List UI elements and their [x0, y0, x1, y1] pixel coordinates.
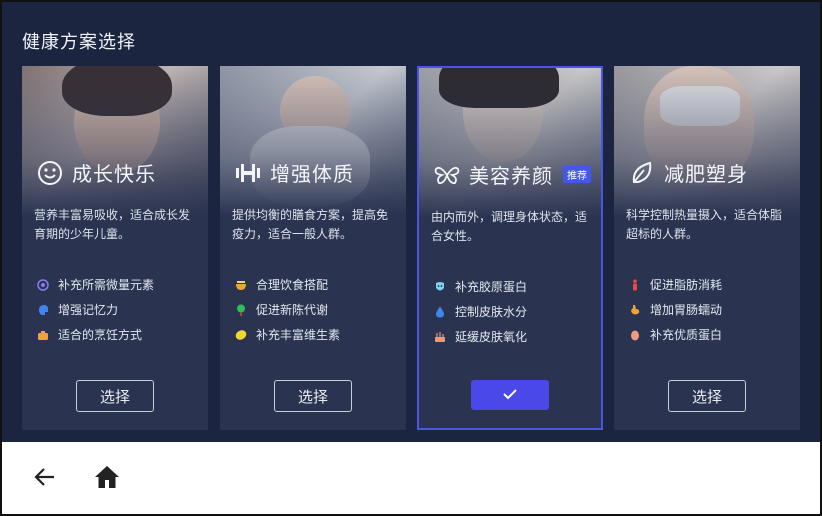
plan-card-growth[interactable]: 成长快乐 营养丰富易吸收，适合成长发育期的少年儿童。 补充所需微量元素 增强记忆… [22, 66, 208, 430]
bowl-icon [234, 278, 248, 292]
card-title: 减肥塑身 [664, 162, 748, 186]
feature-list: 促进脂肪消耗 增加胃肠蠕动 补充优质蛋白 [628, 272, 722, 347]
list-item: 延缓皮肤氧化 [433, 324, 527, 349]
feature-label: 适合的烹饪方式 [58, 328, 143, 342]
select-button[interactable]: 选择 [668, 380, 746, 412]
lemon-icon [234, 328, 248, 342]
card-title: 成长快乐 [72, 162, 156, 186]
feature-list: 合理饮食搭配 促进新陈代谢 补充丰富维生素 [234, 272, 340, 347]
card-photo [614, 66, 800, 216]
smiley-icon [36, 159, 64, 187]
recommended-badge: 推荐 [563, 166, 591, 183]
card-photo [419, 68, 601, 218]
list-item: 补充丰富维生素 [234, 322, 340, 347]
leaf-icon [628, 159, 656, 187]
feature-label: 促进脂肪消耗 [650, 278, 723, 292]
person-icon [628, 278, 642, 292]
feature-list: 补充胶原蛋白 控制皮肤水分 延缓皮肤氧化 [433, 274, 527, 349]
feature-label: 补充胶原蛋白 [455, 280, 528, 294]
card-description: 由内而外，调理身体状态，适合女性。 [431, 210, 588, 243]
plan-selection-screen: 健康方案选择 成长快乐 营养丰富易吸收，适合成长发育期的少年儿童。 补充所需微量… [2, 2, 820, 442]
plan-card-beauty[interactable]: 美容养颜 推荐 由内而外，调理身体状态，适合女性。 补充胶原蛋白 控制皮肤水分 … [417, 66, 603, 430]
list-item: 补充胶原蛋白 [433, 274, 527, 299]
plan-card-slimming[interactable]: 减肥塑身 科学控制热量摄入，适合体脂超标的人群。 促进脂肪消耗 增加胃肠蠕动 补… [614, 66, 800, 430]
tree-icon [234, 303, 248, 317]
list-item: 促进新陈代谢 [234, 297, 340, 322]
pot-icon [36, 328, 50, 342]
home-icon [95, 466, 119, 488]
feature-label: 补充优质蛋白 [650, 328, 723, 342]
list-item: 促进脂肪消耗 [628, 272, 722, 297]
brain-icon [36, 303, 50, 317]
feature-list: 补充所需微量元素 增强记忆力 适合的烹饪方式 [36, 272, 154, 347]
feature-label: 控制皮肤水分 [455, 305, 528, 319]
list-item: 增强记忆力 [36, 297, 154, 322]
bottom-nav-bar [2, 442, 820, 514]
card-photo [220, 66, 406, 216]
water-drop-icon [433, 305, 447, 319]
back-button[interactable] [30, 462, 60, 492]
feature-label: 增强记忆力 [58, 303, 119, 317]
card-header: 减肥塑身 [628, 158, 748, 187]
card-description: 科学控制热量摄入，适合体脂超标的人群。 [626, 208, 783, 241]
list-item: 补充所需微量元素 [36, 272, 154, 297]
select-button[interactable]: 选择 [274, 380, 352, 412]
stomach-icon [628, 303, 642, 317]
card-photo [22, 66, 208, 216]
card-description: 营养丰富易吸收，适合成长发育期的少年儿童。 [34, 208, 191, 241]
card-description: 提供均衡的膳食方案，提高免疫力，适合一般人群。 [232, 208, 389, 241]
card-title: 美容养颜 [469, 164, 553, 188]
list-item: 适合的烹饪方式 [36, 322, 154, 347]
checkmark-icon [503, 388, 517, 399]
list-item: 控制皮肤水分 [433, 299, 527, 324]
feature-label: 合理饮食搭配 [256, 278, 329, 292]
feature-label: 补充所需微量元素 [58, 278, 155, 292]
card-header: 成长快乐 [36, 158, 156, 187]
list-item: 合理饮食搭配 [234, 272, 340, 297]
dumbbell-icon [234, 159, 262, 187]
skin-icon [433, 330, 447, 344]
feature-label: 促进新陈代谢 [256, 303, 329, 317]
egg-icon [628, 328, 642, 342]
card-title: 增强体质 [270, 162, 354, 186]
back-arrow-icon [34, 468, 54, 486]
select-button[interactable]: 选择 [76, 380, 154, 412]
list-item: 增加胃肠蠕动 [628, 297, 722, 322]
butterfly-icon [433, 161, 461, 189]
screen-frame: 健康方案选择 成长快乐 营养丰富易吸收，适合成长发育期的少年儿童。 补充所需微量… [0, 0, 822, 516]
feature-label: 补充丰富维生素 [256, 328, 341, 342]
selected-check-button[interactable] [471, 380, 549, 410]
plan-card-fitness[interactable]: 增强体质 提供均衡的膳食方案，提高免疫力，适合一般人群。 合理饮食搭配 促进新陈… [220, 66, 406, 430]
page-title: 健康方案选择 [22, 32, 136, 53]
card-header: 增强体质 [234, 158, 354, 187]
face-mask-icon [433, 280, 447, 294]
feature-label: 延缓皮肤氧化 [455, 330, 528, 344]
feature-label: 增加胃肠蠕动 [650, 303, 723, 317]
card-header: 美容养颜 推荐 [433, 160, 591, 189]
list-item: 补充优质蛋白 [628, 322, 722, 347]
target-icon [36, 278, 50, 292]
home-button[interactable] [92, 462, 122, 492]
